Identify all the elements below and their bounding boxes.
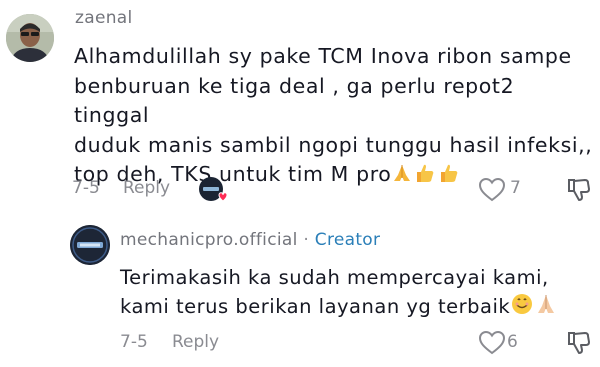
folded-hands-emoji <box>391 162 413 193</box>
separator-dot: · <box>303 230 310 250</box>
reply-username[interactable]: mechanicpro.official <box>120 230 298 250</box>
like-count: 6 <box>507 332 518 352</box>
comment-text-line: Alhamdulillah sy pake TCM Inova ribon sa… <box>74 44 572 68</box>
comment-text-line: top deh, TKS untuk tim M pro <box>74 162 392 186</box>
dislike-icon[interactable] <box>566 330 592 360</box>
reply-text: Terimakasih ka sudah mempercayai kami, k… <box>120 263 590 324</box>
dislike-icon[interactable] <box>566 177 592 207</box>
avatar[interactable] <box>70 225 110 265</box>
folded-hands-emoji <box>534 292 558 324</box>
creator-liked-icon <box>197 175 229 207</box>
reply-text-line: Terimakasih ka sudah mempercayai kami, <box>120 266 549 289</box>
comment-text-line: benburuan ke tiga deal , ga perlu repot2… <box>74 73 515 128</box>
reply-text-line: kami terus berikan layanan yg terbaik <box>120 295 511 318</box>
thumbs-up-emoji <box>413 162 437 193</box>
comment-text: Alhamdulillah sy pake TCM Inova ribon sa… <box>74 42 594 193</box>
reply-date: 7-5 <box>120 332 148 352</box>
avatar[interactable] <box>6 14 54 62</box>
smiling-face-emoji <box>510 292 534 324</box>
creator-badge: Creator <box>314 230 381 250</box>
comment-text-line: duduk manis sambil ngopi tunggu hasil in… <box>74 132 593 157</box>
comment-username[interactable]: zaenal <box>75 8 133 28</box>
heart-icon[interactable] <box>478 177 506 207</box>
reply-button[interactable]: Reply <box>123 178 170 198</box>
reply-username-row: mechanicpro.official · Creator <box>120 230 380 250</box>
reply-button[interactable]: Reply <box>172 332 219 352</box>
thumbs-up-emoji <box>437 162 461 193</box>
heart-icon[interactable] <box>478 330 506 360</box>
comment-date: 7-5 <box>72 178 100 198</box>
like-count: 7 <box>510 178 521 198</box>
